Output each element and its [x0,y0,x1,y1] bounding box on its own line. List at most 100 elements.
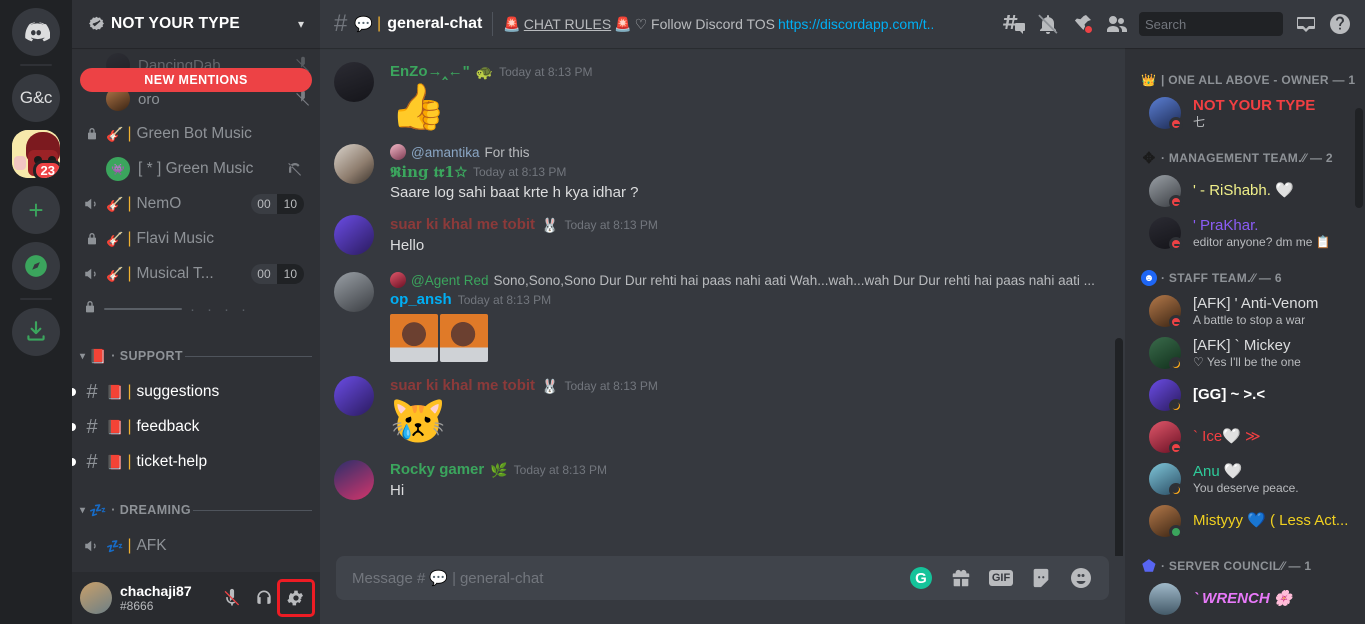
bot-member-green-music[interactable]: 👾 [ * ] Green Music [72,152,312,186]
member-row[interactable]: Anu 🤍 You deserve peace. [1133,458,1357,500]
message-author[interactable]: suar ki khal me tobit [390,376,535,396]
message-timestamp: Today at 8:13 PM [499,65,593,79]
threads-icon [1003,15,1025,34]
channel-topic[interactable]: 🚨 CHAT RULES 🚨 ♡ Follow Discord TOS https:… [503,16,933,33]
member-row[interactable]: ` WRENCH 🌸 [1133,578,1357,620]
download-apps-button[interactable] [12,308,60,356]
member-list-scrollbar[interactable] [1355,108,1363,208]
user-avatar[interactable] [80,582,112,614]
member-row[interactable]: ` Ice🤍 ≫ [1133,416,1357,458]
server-gc[interactable]: G&c [12,74,60,122]
member-row[interactable]: [AFK] ` Mickey ♡ Yes I'll be the one [1133,332,1357,374]
member-row[interactable]: [AFK] ' Anti-Venom A battle to stop a wa… [1133,290,1357,332]
message: suar ki khal me tobit 🐰 Today at 8:13 PM… [334,364,1111,448]
channel-green-bot-music[interactable]: 🎸 | Green Bot Music [72,117,312,151]
channel-suggestions[interactable]: # 📕 | suggestions [72,375,312,409]
avatar[interactable] [334,144,374,184]
avatar[interactable] [334,272,374,312]
message-reply-reference[interactable]: @Agent Red Sono,Sono,Sono Dur Dur rehti … [390,272,1111,288]
channel-musical-t[interactable]: 🎸 | Musical T... 00 10 [72,257,312,291]
member-group-header[interactable]: ✥ · MANAGEMENT TEAM.⁄⁄ — 2 [1125,134,1365,170]
emoji-icon [1071,568,1091,588]
message-author[interactable]: EnZo→‸←" [390,62,470,82]
reply-author: @Agent Red [411,272,489,288]
notifications-button[interactable] [1031,7,1065,41]
sticker-button[interactable] [1029,566,1053,590]
guild-header-button[interactable]: NOT YOUR TYPE ▾ [72,0,320,48]
discord-home-button[interactable] [12,8,60,56]
mute-button[interactable] [216,582,248,614]
message-content: Hi [390,482,405,499]
member-list[interactable]: 👑 | ONE ALL ABOVE - OWNER — 1 NOT YOUR T… [1125,48,1365,624]
channel-hidden-locked[interactable]: ···· [72,292,320,326]
guitar-emoji: 🎸 [106,230,124,247]
message-scrollbar[interactable] [1115,338,1123,556]
pinned-messages-button[interactable] [1065,7,1099,41]
avatar[interactable] [334,62,374,102]
avatar[interactable] [334,215,374,255]
message-timestamp: Today at 8:13 PM [472,165,567,179]
member-group-header[interactable]: ⬟ · SERVER COUNCIL⁄⁄ — 1 [1125,542,1365,578]
member-row[interactable]: [GG] ~ >.< [1133,374,1357,416]
search-box[interactable] [1139,12,1321,36]
member-row[interactable]: Mistyyy 💙 ( Less Act... [1133,500,1357,542]
attachment-image[interactable] [390,314,438,362]
server-not-your-type[interactable]: 23 [12,130,60,178]
inbox-button[interactable] [1289,7,1323,41]
attachment-image[interactable] [440,314,488,362]
member-group-header[interactable]: ☻ · STAFF TEAM.⁄⁄ — 6 [1125,254,1365,290]
member-row[interactable]: ' - RiShabh. 🤍 [1133,170,1357,212]
member-name: [AFK] ' Anti-Venom [1193,295,1319,312]
composer-area: Message # 💬 | general-chat G GIF [320,556,1125,624]
divider-glyph: | [127,195,132,212]
members-icon [1107,16,1127,32]
divider-glyph: | [127,453,132,470]
member-name: Anu 🤍 [1193,463,1243,480]
divider-glyph: | [377,15,382,32]
topic-link[interactable]: https://discordapp.com/t... [778,16,933,32]
message-header: suar ki khal me tobit 🐰 Today at 8:13 PM [390,215,1111,235]
gif-button[interactable]: GIF [988,566,1014,590]
message-author[interactable]: Rocky gamer [390,460,484,480]
category-support[interactable]: ▾ 📕 · SUPPORT [72,326,320,374]
unread-indicator [72,388,76,396]
message-reply-reference[interactable]: @amantika For this [390,144,1111,160]
speaker-icon [82,195,102,213]
user-settings-button[interactable] [277,579,315,617]
gift-button[interactable] [949,566,973,590]
category-dreaming[interactable]: ▾ 💤 · DREAMING [72,480,320,528]
member-row[interactable]: NOT YOUR TYPE 七 [1133,92,1357,134]
emoji-button[interactable] [1069,566,1093,590]
message-author[interactable]: suar ki khal me tobit [390,215,535,235]
deafen-button[interactable] [248,582,280,614]
headphones-icon [257,590,271,604]
channel-afk[interactable]: 💤 | AFK [72,529,312,563]
member-group-header[interactable]: 👑 | ONE ALL ABOVE - OWNER — 1 [1125,56,1365,92]
channel-label: suggestions [136,383,220,400]
channel-feedback[interactable]: # 📕 | feedback [72,410,312,444]
avatar[interactable] [334,376,374,416]
new-mentions-banner[interactable]: NEW MENTIONS [80,68,312,92]
add-server-button[interactable]: + [12,186,60,234]
chat-area: EnZo→‸←" 🐢 Today at 8:13 PM 👍 @amantika … [320,48,1365,624]
avatar[interactable] [334,460,374,500]
threads-button[interactable] [997,7,1031,41]
status-badge [1169,483,1183,497]
member-row[interactable]: ' PraKhar. editor anyone? dm me 📋 [1133,212,1357,254]
message-composer[interactable]: Message # 💬 | general-chat G GIF [336,556,1109,600]
grammarly-button[interactable]: G [909,566,933,590]
topic-rules-label: CHAT RULES [523,16,612,32]
redacted-bar [104,308,182,310]
channel-ticket-help[interactable]: # 📕 | ticket-help [72,445,312,479]
message-author[interactable]: 𝕽ing 𝖙𝖗1☆ [390,162,467,182]
channel-list[interactable]: NEW MENTIONS DancingDab oro 🎸 | Green Bo… [72,48,320,572]
member-list-button[interactable] [1099,7,1133,41]
channel-nemo[interactable]: 🎸 | NemO 00 10 [72,187,312,221]
message-list[interactable]: EnZo→‸←" 🐢 Today at 8:13 PM 👍 @amantika … [320,48,1125,556]
message-author[interactable]: op_ansh [390,290,452,310]
channel-flavi-music[interactable]: 🎸 | Flavi Music [72,222,312,256]
user-identity[interactable]: chachaji87 #8666 [120,583,216,613]
explore-servers-button[interactable] [12,242,60,290]
compass-icon [25,255,47,277]
help-button[interactable] [1323,7,1357,41]
